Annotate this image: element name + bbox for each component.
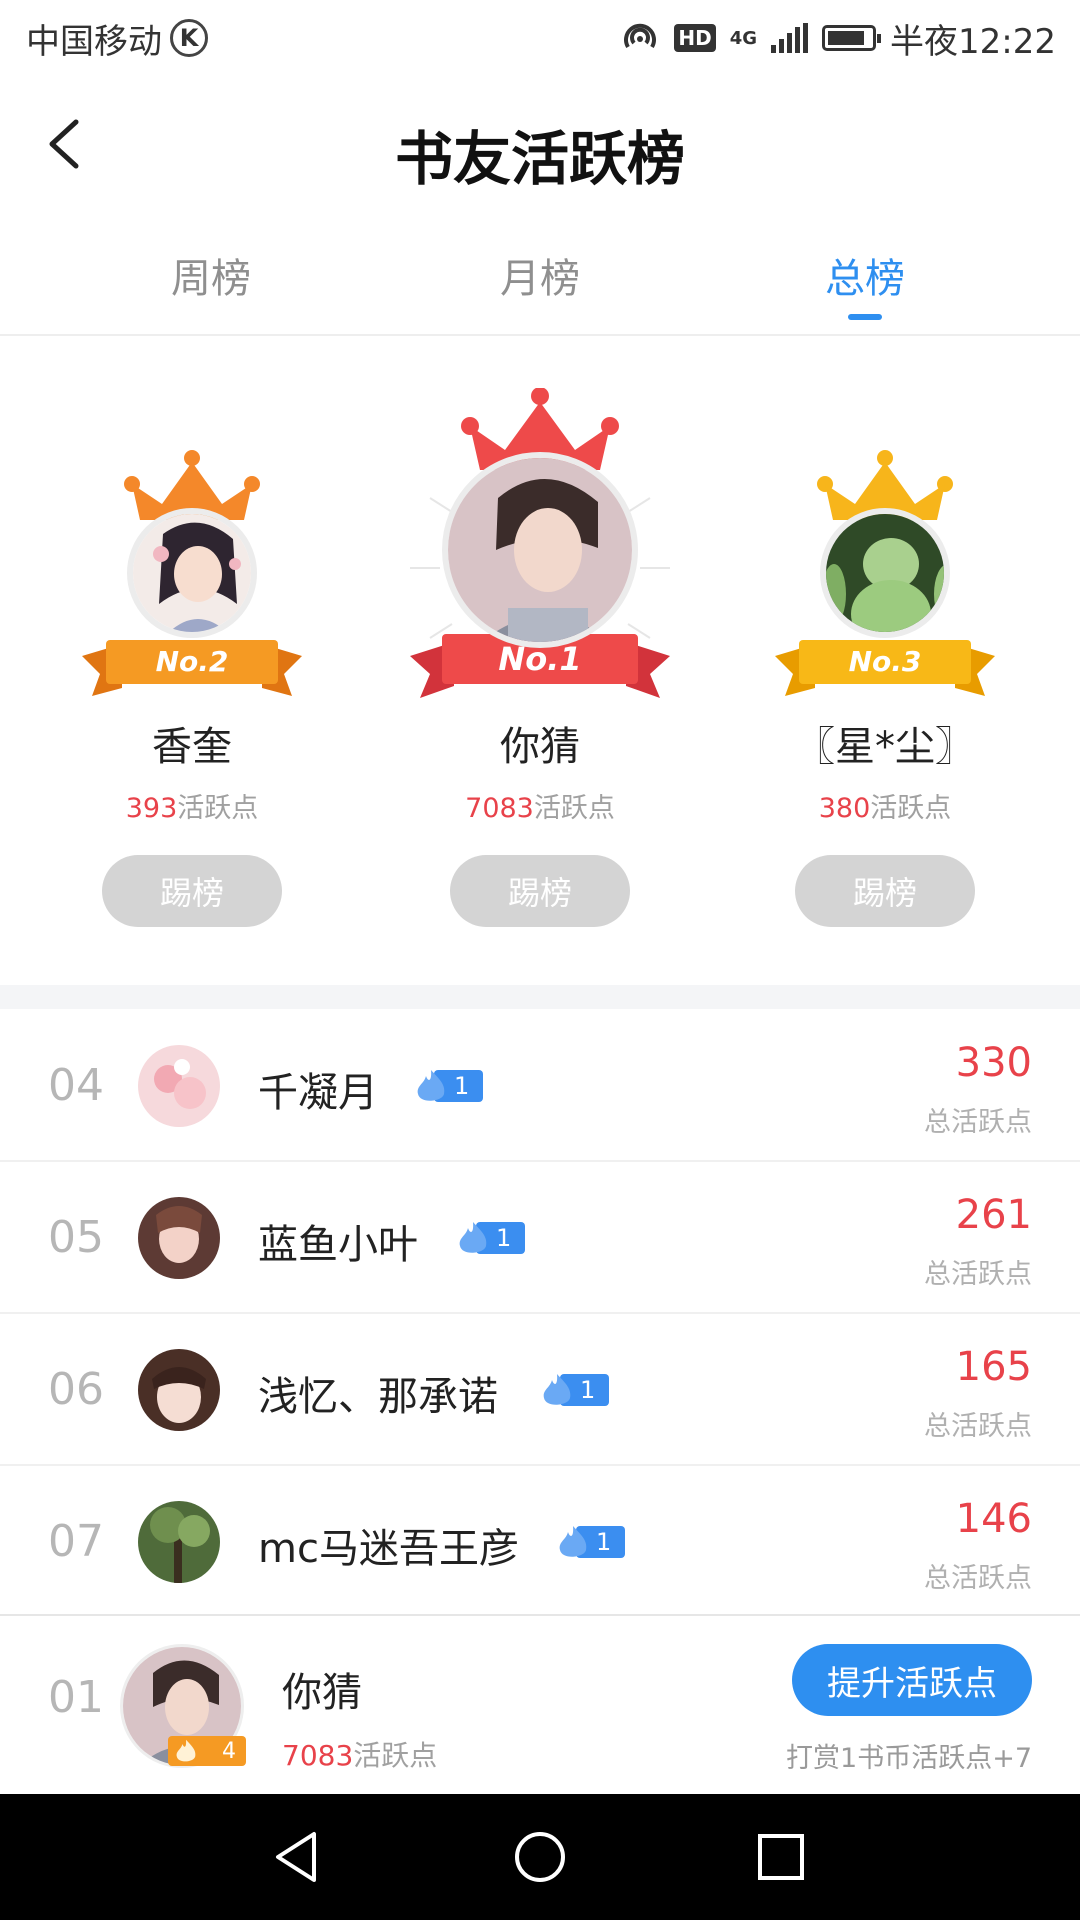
avatar[interactable] — [138, 1197, 220, 1279]
score-value: 146 — [955, 1496, 1032, 1542]
status-bar: 中国移动 K HD 4G 半夜12:22 — [0, 0, 1080, 76]
flame-icon — [459, 1222, 487, 1253]
score-value: 165 — [955, 1344, 1032, 1390]
top-three-podium: No.2 香奎 393活跃点 踢榜 No.1 你猜 7083活跃点 踢榜 No.… — [0, 338, 1080, 988]
user-name: 浅忆、那承诺 — [258, 1374, 498, 1420]
score-value: 330 — [955, 1040, 1032, 1086]
rank-number: 04 — [48, 1060, 104, 1111]
kick-button[interactable]: 踢榜 — [795, 855, 975, 927]
podium-name: 你猜 — [500, 724, 580, 770]
rank-number: 07 — [48, 1516, 104, 1567]
rank-badge: No.1 — [498, 640, 582, 678]
score-label: 总活跃点 — [924, 1411, 1032, 1442]
my-points: 7083活跃点 — [282, 1739, 438, 1772]
tab-bar: 周榜 月榜 总榜 — [0, 236, 1080, 336]
score-label: 总活跃点 — [924, 1107, 1032, 1138]
my-rank-bar: 01 4 你猜 7083活跃点 提升活跃点 打赏1书币活跃点+7 — [0, 1614, 1080, 1794]
my-level-badge: 4 — [168, 1736, 246, 1766]
page-title: 书友活跃榜 — [394, 125, 685, 193]
signal-icon — [771, 23, 809, 53]
reward-tip: 打赏1书币活跃点+7 — [786, 1743, 1032, 1774]
score-label: 总活跃点 — [924, 1259, 1032, 1290]
avatar[interactable] — [138, 1349, 220, 1431]
fire-level-badge: 1 — [540, 1372, 610, 1408]
podium-first: No.1 你猜 7083活跃点 踢榜 — [390, 388, 690, 927]
user-name: mc马迷吾王彦 — [258, 1526, 519, 1572]
podium-second: No.2 香奎 393活跃点 踢榜 — [42, 448, 342, 927]
rank-badge: No.2 — [155, 645, 229, 678]
nav-home-icon[interactable] — [507, 1824, 573, 1890]
fire-level-badge: 1 — [456, 1220, 526, 1256]
avatar[interactable] — [442, 452, 638, 648]
podium-points: 380活跃点 — [818, 793, 952, 824]
nav-back-icon[interactable] — [266, 1824, 332, 1890]
tab-indicator — [848, 314, 882, 320]
kick-button[interactable]: 踢榜 — [450, 855, 630, 927]
podium-name: 〖星*尘〗 — [795, 724, 975, 770]
ranking-list: 04 千凝月 1 330 总活跃点 05 蓝鱼小叶 1 261 总活跃点 06 … — [0, 1010, 1080, 1618]
avatar[interactable] — [820, 508, 950, 638]
list-item[interactable]: 06 浅忆、那承诺 1 165 总活跃点 — [0, 1314, 1080, 1466]
avatar[interactable] — [138, 1045, 220, 1127]
tab-weekly[interactable]: 周榜 — [111, 246, 311, 304]
section-divider — [0, 985, 1080, 1009]
tab-monthly[interactable]: 月榜 — [440, 246, 640, 304]
user-name: 千凝月 — [258, 1070, 378, 1116]
flame-icon — [543, 1374, 571, 1405]
podium-points: 7083活跃点 — [465, 793, 615, 824]
list-item[interactable]: 05 蓝鱼小叶 1 261 总活跃点 — [0, 1162, 1080, 1314]
podium-third: No.3 〖星*尘〗 380活跃点 踢榜 — [735, 448, 1035, 927]
fire-level-badge: 1 — [556, 1524, 626, 1560]
nav-recents-icon[interactable] — [748, 1824, 814, 1890]
user-name: 蓝鱼小叶 — [258, 1222, 418, 1268]
avatar[interactable] — [138, 1501, 220, 1583]
rank-number: 05 — [48, 1212, 104, 1263]
podium-points: 393活跃点 — [125, 793, 259, 824]
title-bar: 书友活跃榜 — [0, 76, 1080, 216]
podium-name: 香奎 — [152, 724, 232, 770]
hd-icon: HD — [674, 24, 716, 52]
flame-icon — [559, 1526, 587, 1557]
carrier-label: 中国移动 — [26, 21, 162, 62]
clock: 半夜12:22 — [890, 21, 1056, 62]
score-value: 261 — [955, 1192, 1032, 1238]
tab-overall[interactable]: 总榜 — [765, 246, 965, 304]
boost-activity-button[interactable]: 提升活跃点 — [792, 1644, 1032, 1716]
my-rank-number: 01 — [48, 1672, 104, 1723]
fire-level-badge: 1 — [414, 1068, 484, 1104]
battery-icon — [822, 25, 882, 51]
list-item[interactable]: 04 千凝月 1 330 总活跃点 — [0, 1010, 1080, 1162]
rank-badge: No.3 — [848, 645, 922, 678]
my-name: 你猜 — [282, 1670, 362, 1716]
list-item[interactable]: 07 mc马迷吾王彦 1 146 总活跃点 — [0, 1466, 1080, 1618]
score-label: 总活跃点 — [924, 1563, 1032, 1594]
flame-icon — [417, 1070, 445, 1101]
system-nav-bar — [0, 1794, 1080, 1920]
carrier-badge-icon: K — [170, 19, 208, 57]
kick-button[interactable]: 踢榜 — [102, 855, 282, 927]
rank-number: 06 — [48, 1364, 104, 1415]
avatar[interactable] — [127, 508, 257, 638]
network-label: 4G — [729, 27, 758, 49]
flame-icon — [176, 1739, 196, 1762]
hotspot-icon — [624, 23, 657, 49]
